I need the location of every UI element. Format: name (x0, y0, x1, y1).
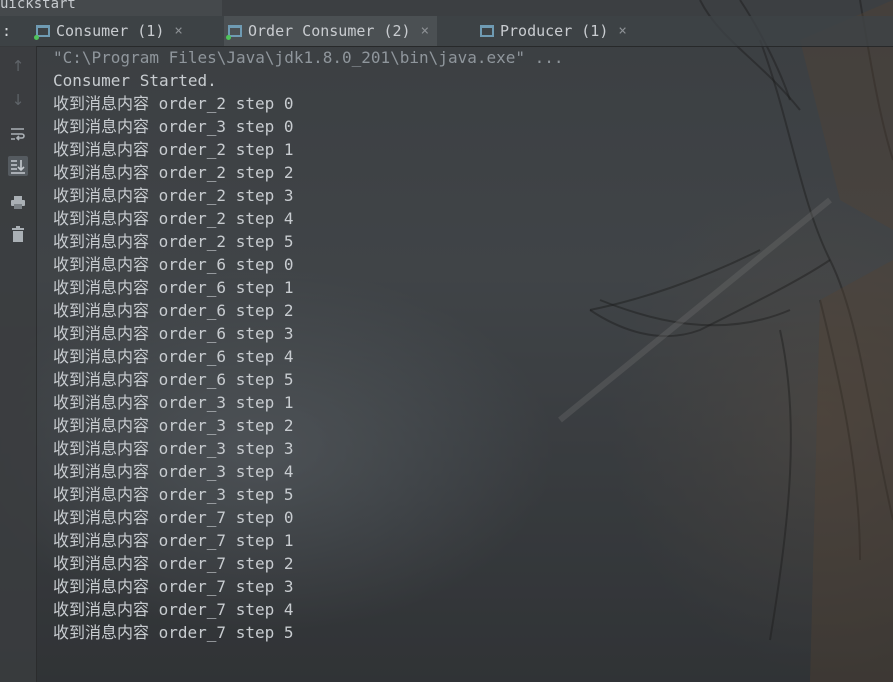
console-log-line: 收到消息内容 order_2 step 4 (53, 209, 294, 228)
console-log-line: 收到消息内容 order_3 step 5 (53, 485, 294, 504)
close-tab-icon[interactable]: × (421, 23, 429, 39)
tab-label: Order Consumer (2) (248, 22, 411, 40)
console-log-line: 收到消息内容 order_3 step 1 (53, 393, 294, 412)
console-log-line: 收到消息内容 order_3 step 2 (53, 416, 294, 435)
console-log-line: 收到消息内容 order_6 step 3 (53, 324, 294, 343)
print-icon[interactable] (8, 192, 28, 212)
console-log-line: 收到消息内容 order_3 step 4 (53, 462, 294, 481)
tab-label: Producer (1) (500, 22, 609, 40)
console-log-line: 收到消息内容 order_3 step 0 (53, 117, 294, 136)
project-title-strip: uickstart (0, 0, 222, 16)
console-output[interactable]: "C:\Program Files\Java\jdk1.8.0_201\bin\… (53, 46, 893, 682)
console-log-line: 收到消息内容 order_2 step 2 (53, 163, 294, 182)
arrow-down-icon[interactable]: ↓ (8, 90, 28, 110)
arrow-up-icon[interactable]: ↑ (8, 56, 28, 76)
console-log-lines: 收到消息内容 order_2 step 0 收到消息内容 order_3 step… (53, 92, 893, 644)
console-log-line: 收到消息内容 order_7 step 3 (53, 577, 294, 596)
scroll-to-end-icon[interactable] (8, 156, 28, 176)
console-log-line: 收到消息内容 order_6 step 1 (53, 278, 294, 297)
running-indicator-icon (226, 35, 231, 40)
console-log-line: 收到消息内容 order_2 step 5 (53, 232, 294, 251)
close-tab-icon[interactable]: × (174, 23, 182, 39)
run-tab-bar: : Consumer (1) × Order Consumer (2) × Pr… (0, 16, 893, 47)
console-log-line: 收到消息内容 order_6 step 0 (53, 255, 294, 274)
console-log-line: 收到消息内容 order_7 step 4 (53, 600, 294, 619)
console-log-line: 收到消息内容 order_3 step 3 (53, 439, 294, 458)
tab-label: Consumer (1) (56, 22, 165, 40)
close-tab-icon[interactable]: × (618, 23, 626, 39)
console-started-line: Consumer Started. (53, 71, 217, 90)
run-console-icon (34, 25, 50, 40)
project-title: uickstart (0, 0, 76, 12)
tab-bar-prefix: : (2, 22, 12, 40)
console-log-line: 收到消息内容 order_6 step 4 (53, 347, 294, 366)
console-log-line: 收到消息内容 order_7 step 2 (53, 554, 294, 573)
console-log-line: 收到消息内容 order_6 step 2 (53, 301, 294, 320)
console-log-line: 收到消息内容 order_7 step 1 (53, 531, 294, 550)
console-log-line: 收到消息内容 order_7 step 0 (53, 508, 294, 527)
tab-order-consumer[interactable]: Order Consumer (2) × (224, 16, 437, 46)
running-indicator-icon (34, 35, 39, 40)
console-command-line: "C:\Program Files\Java\jdk1.8.0_201\bin\… (53, 48, 564, 67)
trash-icon[interactable] (8, 224, 28, 244)
console-log-line: 收到消息内容 order_2 step 1 (53, 140, 294, 159)
console-log-line: 收到消息内容 order_2 step 0 (53, 94, 294, 113)
tab-producer[interactable]: Producer (1) × (480, 16, 627, 46)
console-log-line: 收到消息内容 order_7 step 5 (53, 623, 294, 642)
tab-consumer[interactable]: Consumer (1) × (34, 16, 183, 46)
console-toolbar: ↑ ↓ (0, 46, 37, 682)
console-log-line: 收到消息内容 order_2 step 3 (53, 186, 294, 205)
run-console-icon (480, 25, 494, 37)
console-log-line: 收到消息内容 order_6 step 5 (53, 370, 294, 389)
soft-wrap-icon[interactable] (8, 124, 28, 144)
run-console-icon (226, 25, 242, 40)
